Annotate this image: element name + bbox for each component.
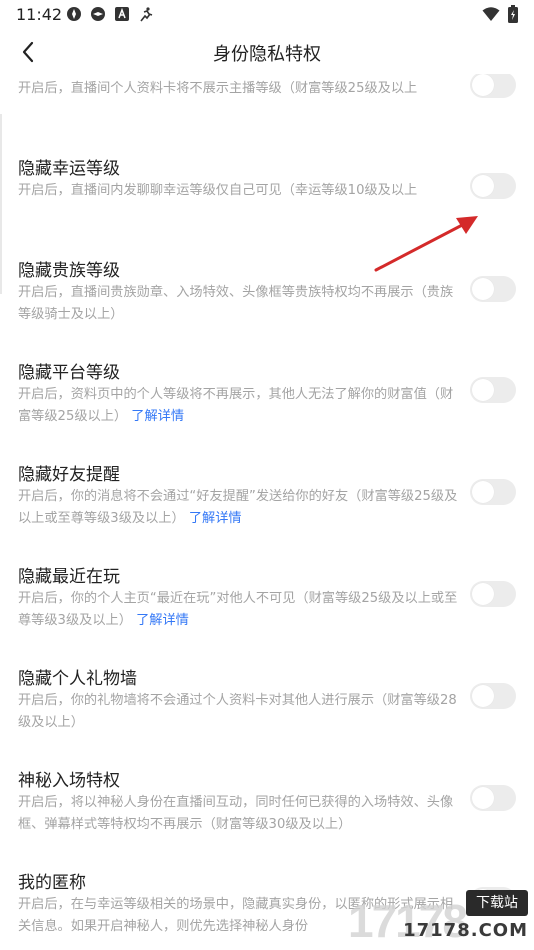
status-bar: 11:42 bbox=[0, 0, 534, 30]
setting-title: 我的匿称 bbox=[18, 873, 86, 893]
site-watermark: 17178 下载站 17178.COM bbox=[334, 880, 534, 950]
setting-description: 开启后，直播间内发聊聊幸运等级仅自己可见（幸运等级10级及以上 bbox=[18, 183, 418, 198]
setting-title: 隐藏最近在玩 bbox=[18, 567, 120, 587]
running-person-icon bbox=[140, 7, 153, 22]
setting-description: 开启后，资料页中的个人等级将不再展示，其他人无法了解你的财富值（财富等级25级以… bbox=[18, 387, 454, 424]
setting-title: 隐藏贵族等级 bbox=[18, 261, 120, 281]
learn-more-link[interactable]: 了解详情 bbox=[131, 409, 184, 424]
setting-title: 隐藏幸运等级 bbox=[18, 159, 120, 179]
status-time: 11:42 bbox=[16, 5, 63, 24]
battery-icon bbox=[508, 5, 518, 23]
toggle-knob bbox=[472, 175, 494, 197]
toggle-switch[interactable] bbox=[470, 74, 516, 98]
text-a-icon bbox=[115, 7, 129, 21]
toggle-switch[interactable] bbox=[470, 683, 516, 709]
setting-description: 开启后，你的消息将不会通过“好友提醒”发送给你的好友（财富等级25级及以上或至尊… bbox=[18, 489, 458, 526]
setting-title: 隐藏平台等级 bbox=[18, 363, 120, 383]
setting-title: 隐藏好友提醒 bbox=[18, 465, 120, 485]
toggle-switch[interactable] bbox=[470, 377, 516, 403]
toggle-switch[interactable] bbox=[470, 276, 516, 302]
setting-description: 开启后，直播间贵族勋章、入场特效、头像框等贵族特权均不再展示（贵族等级骑士及以上… bbox=[18, 285, 454, 322]
watermark-site: 17178.COM bbox=[403, 920, 528, 941]
toggle-knob bbox=[472, 481, 494, 503]
setting-description: 开启后，你的个人主页“最近在玩”对他人不可见（财富等级25级及以上或至尊等级3级… bbox=[18, 591, 458, 628]
settings-list[interactable]: 开启后，直播间个人资料卡将不展示主播等级（财富等级25级及以上 隐藏幸运等级 开… bbox=[0, 74, 534, 950]
setting-title: 神秘入场特权 bbox=[18, 771, 120, 791]
app-notification-icon bbox=[91, 7, 105, 21]
toggle-knob bbox=[472, 278, 494, 300]
toggle-knob bbox=[472, 787, 494, 809]
learn-more-link[interactable]: 了解详情 bbox=[136, 613, 189, 628]
setting-description: 开启后，你的礼物墙将不会通过个人资料卡对其他人进行展示（财富等级28级及以上） bbox=[18, 693, 457, 730]
toggle-knob bbox=[472, 583, 494, 605]
toggle-knob bbox=[472, 379, 494, 401]
learn-more-link[interactable]: 了解详情 bbox=[189, 511, 242, 526]
status-system-icons bbox=[482, 5, 518, 23]
scroll-edge-indicator bbox=[0, 114, 2, 294]
toggle-knob bbox=[472, 685, 494, 707]
setting-title: 隐藏个人礼物墙 bbox=[18, 669, 137, 689]
setting-description: 开启后，将以神秘人身份在直播间互动，同时任何已获得的入场特效、头像框、弹幕样式等… bbox=[18, 795, 454, 832]
navigation-bar: 身份隐私特权 bbox=[0, 30, 534, 74]
toggle-switch[interactable] bbox=[470, 479, 516, 505]
toggle-switch[interactable] bbox=[470, 785, 516, 811]
status-notification-icons bbox=[66, 6, 154, 22]
page-title: 身份隐私特权 bbox=[213, 44, 321, 65]
toggle-switch[interactable] bbox=[470, 173, 516, 199]
setting-description: 开启后，直播间个人资料卡将不展示主播等级（财富等级25级及以上 bbox=[18, 81, 418, 96]
app-notification-icon bbox=[67, 7, 81, 21]
watermark-badge: 下载站 bbox=[466, 890, 528, 916]
toggle-knob bbox=[472, 74, 494, 96]
toggle-switch[interactable] bbox=[470, 581, 516, 607]
wifi-icon bbox=[482, 7, 500, 21]
